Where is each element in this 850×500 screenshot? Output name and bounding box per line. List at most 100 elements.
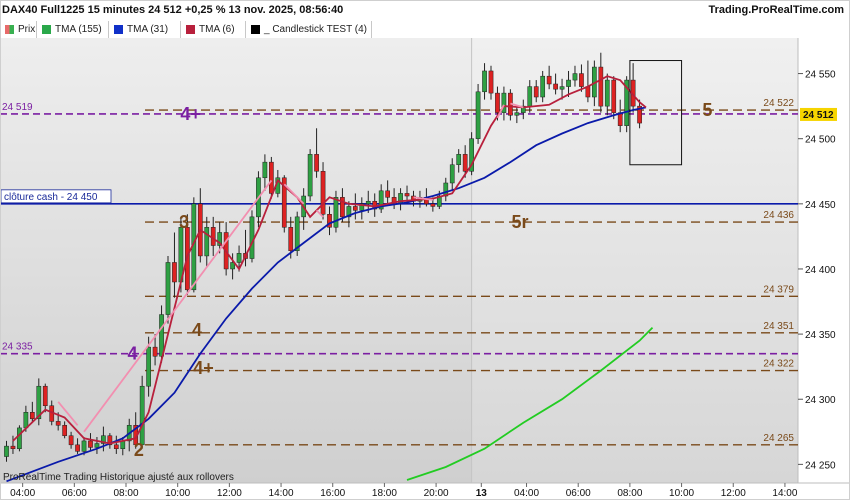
- candle-body: [262, 161, 268, 179]
- y-tick-label: 24 350: [805, 330, 836, 341]
- candle-body: [139, 385, 145, 446]
- candle-body: [75, 444, 80, 452]
- footer-text: ProRealTime Trading Historique ajusté au…: [3, 472, 234, 483]
- wave-label: 4: [192, 320, 202, 340]
- candle-body: [94, 443, 100, 448]
- y-tick-label: 24 450: [805, 200, 836, 211]
- purple-level-label: 24 519: [2, 102, 33, 113]
- last-price-tag-label: 24 512: [803, 110, 834, 121]
- level-label: 24 351: [763, 321, 794, 332]
- candle-body: [113, 444, 119, 449]
- wave-label: 5r: [512, 212, 529, 232]
- candle-body: [495, 92, 500, 113]
- x-tick-label: 14:00: [269, 488, 294, 499]
- x-tick-label: 12:00: [721, 488, 746, 499]
- candle-body: [29, 412, 35, 420]
- wave-label: 5: [702, 100, 712, 120]
- x-tick-label: 08:00: [617, 488, 642, 499]
- level-label: 24 322: [763, 359, 794, 370]
- x-tick-label: 06:00: [62, 488, 87, 499]
- candle-body: [385, 190, 390, 198]
- level-label: 24 522: [763, 98, 794, 109]
- y-tick-label: 24 400: [805, 265, 836, 276]
- candle-body: [146, 346, 151, 387]
- candle-body: [365, 200, 371, 205]
- candle-body: [462, 154, 468, 172]
- price-chart[interactable]: 24 522 24 519 clôture cash - 24 450 24 436 2…: [0, 0, 850, 500]
- x-tick-label: 18:00: [372, 488, 397, 499]
- candle-body: [165, 262, 171, 315]
- candle-body: [17, 427, 22, 449]
- candle-body: [579, 73, 584, 87]
- candle-body: [559, 86, 565, 90]
- cash-close-label: clôture cash - 24 450: [4, 192, 98, 203]
- wave-label: 4: [127, 344, 137, 364]
- level-label: 24 436: [763, 210, 794, 221]
- candle-body: [333, 197, 339, 228]
- candle-body: [449, 164, 455, 184]
- candle-body: [62, 425, 67, 436]
- candle-body: [269, 161, 274, 194]
- candle-body: [172, 262, 177, 283]
- x-tick-label: 10:00: [669, 488, 694, 499]
- y-tick-label: 24 250: [805, 460, 836, 471]
- candle-body: [42, 385, 48, 406]
- chart-window: DAX40 Full1225 15 minutes 24 512 +0,25 %…: [0, 0, 850, 500]
- candle-body: [320, 171, 326, 215]
- x-tick-label: 12:00: [217, 488, 242, 499]
- wave-label: 2: [134, 440, 144, 460]
- y-tick-label: 24 550: [805, 70, 836, 81]
- x-tick-label: 04:00: [514, 488, 539, 499]
- candle-body: [204, 227, 210, 257]
- candle-body: [81, 440, 87, 452]
- candle-body: [210, 227, 216, 246]
- x-tick-label: 06:00: [566, 488, 591, 499]
- y-tick-label: 24 500: [805, 135, 836, 146]
- candle-body: [546, 75, 552, 85]
- candle-body: [475, 91, 481, 139]
- candle-body: [307, 154, 313, 197]
- x-tick-label: 13: [476, 488, 488, 499]
- purple-level-label: 24 335: [2, 342, 33, 353]
- candle-body: [572, 73, 578, 81]
- candle-body: [23, 412, 29, 429]
- candle-body: [352, 206, 358, 211]
- candle-body: [55, 421, 61, 426]
- wave-label: 3: [179, 212, 189, 232]
- price-axis-panel: [798, 38, 850, 483]
- x-tick-label: 16:00: [320, 488, 345, 499]
- candle-body: [4, 445, 9, 457]
- candle-body: [553, 83, 558, 90]
- candle-body: [598, 66, 604, 107]
- candle-body: [456, 154, 462, 166]
- candle-body: [611, 79, 617, 113]
- candle-body: [152, 346, 158, 357]
- x-tick-label: 20:00: [424, 488, 449, 499]
- candle-body: [404, 193, 410, 197]
- candle-body: [314, 154, 319, 172]
- candle-body: [566, 79, 571, 87]
- candle-body: [88, 440, 93, 448]
- x-tick-label: 08:00: [113, 488, 138, 499]
- x-tick-label: 14:00: [772, 488, 797, 499]
- candle-body: [604, 79, 610, 107]
- level-label: 24 265: [763, 433, 794, 444]
- level-label: 24 379: [763, 284, 794, 295]
- candle-body: [540, 75, 546, 98]
- x-tick-label: 04:00: [10, 488, 35, 499]
- candle-body: [236, 253, 242, 263]
- y-tick-label: 24 300: [805, 395, 836, 406]
- candle-body: [514, 112, 520, 116]
- candle-body: [430, 203, 436, 207]
- candle-body: [159, 314, 164, 357]
- wave-label: 4+: [180, 104, 201, 124]
- candle-body: [288, 227, 294, 251]
- wave-label: 4+: [193, 358, 214, 378]
- candle-body: [249, 216, 255, 259]
- candle-body: [488, 70, 494, 94]
- x-tick-label: 10:00: [165, 488, 190, 499]
- candle-body: [527, 86, 533, 107]
- candle-body: [68, 435, 74, 446]
- candle-body: [533, 86, 539, 98]
- candle-body: [482, 70, 487, 93]
